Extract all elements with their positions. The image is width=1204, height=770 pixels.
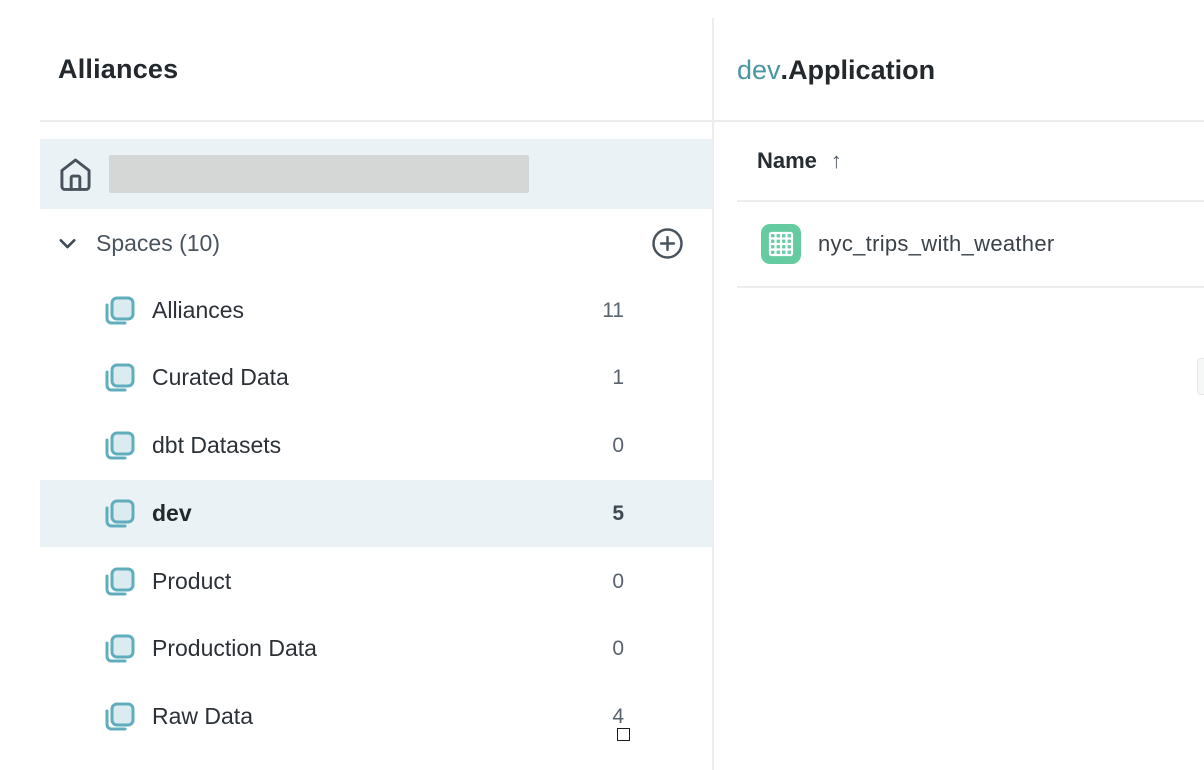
breadcrumb-entity: Application bbox=[788, 55, 935, 85]
space-count: 0 bbox=[594, 434, 624, 458]
sidebar-item-product[interactable]: Product 0 bbox=[40, 548, 713, 615]
entity-list-panel: dev.Application Name ↑ nyc_trips_with_we… bbox=[713, 0, 1204, 770]
sidebar-item-production-data[interactable]: Production Data 0 bbox=[40, 615, 713, 682]
sidebar-header-divider bbox=[40, 120, 713, 122]
spaces-section-header: Spaces (10) bbox=[40, 216, 713, 270]
space-label: Alliances bbox=[152, 297, 244, 324]
space-label: Raw Data bbox=[152, 703, 253, 730]
column-label: Name bbox=[757, 148, 817, 174]
redacted-home-label bbox=[109, 155, 529, 193]
space-icon bbox=[100, 427, 138, 465]
space-label: Production Data bbox=[152, 635, 317, 662]
space-count: 0 bbox=[594, 570, 624, 594]
sidebar-title: Alliances bbox=[58, 54, 178, 85]
panel-header-divider bbox=[713, 120, 1204, 122]
dataset-name: nyc_trips_with_weather bbox=[818, 231, 1055, 257]
column-header-name[interactable]: Name ↑ bbox=[757, 148, 842, 174]
space-icon bbox=[100, 630, 138, 668]
sidebar-item-curated-data[interactable]: Curated Data 1 bbox=[40, 344, 713, 411]
space-icon bbox=[100, 359, 138, 397]
space-icon bbox=[100, 563, 138, 601]
add-space-button[interactable] bbox=[650, 226, 685, 261]
space-count: 5 bbox=[594, 502, 624, 526]
space-icon bbox=[100, 292, 138, 330]
spaces-sidebar: Alliances Spaces (10) bbox=[0, 0, 713, 770]
sidebar-item-home[interactable] bbox=[40, 139, 713, 209]
scrollbar-handle[interactable] bbox=[1197, 358, 1204, 395]
spaces-section-label: Spaces (10) bbox=[96, 230, 220, 257]
space-icon bbox=[100, 698, 138, 736]
space-count: 0 bbox=[594, 637, 624, 661]
space-count: 11 bbox=[594, 299, 624, 323]
space-label: Product bbox=[152, 568, 231, 595]
sidebar-item-dev[interactable]: dev 5 bbox=[40, 480, 713, 547]
space-label: dev bbox=[152, 500, 192, 527]
chevron-down-icon[interactable] bbox=[54, 230, 81, 257]
app-window: Alliances Spaces (10) bbox=[0, 0, 1204, 770]
space-count: 1 bbox=[594, 366, 624, 390]
table-row-divider bbox=[737, 286, 1204, 288]
table-grid-icon bbox=[760, 223, 802, 265]
breadcrumb-separator: . bbox=[781, 55, 789, 85]
breadcrumb: dev.Application bbox=[737, 55, 935, 86]
space-label: Curated Data bbox=[152, 364, 289, 391]
sort-ascending-icon: ↑ bbox=[831, 148, 842, 174]
home-icon bbox=[57, 156, 94, 193]
space-label: dbt Datasets bbox=[152, 432, 281, 459]
breadcrumb-space-link[interactable]: dev bbox=[737, 55, 781, 85]
sidebar-item-alliances[interactable]: Alliances 11 bbox=[40, 277, 713, 344]
space-icon bbox=[100, 495, 138, 533]
resize-handle-square bbox=[617, 728, 630, 741]
space-count: 4 bbox=[594, 705, 624, 729]
sidebar-item-raw-data[interactable]: Raw Data 4 bbox=[40, 683, 713, 750]
table-row-nyc-trips[interactable]: nyc_trips_with_weather bbox=[737, 202, 1204, 286]
sidebar-item-dbt-datasets[interactable]: dbt Datasets 0 bbox=[40, 412, 713, 479]
